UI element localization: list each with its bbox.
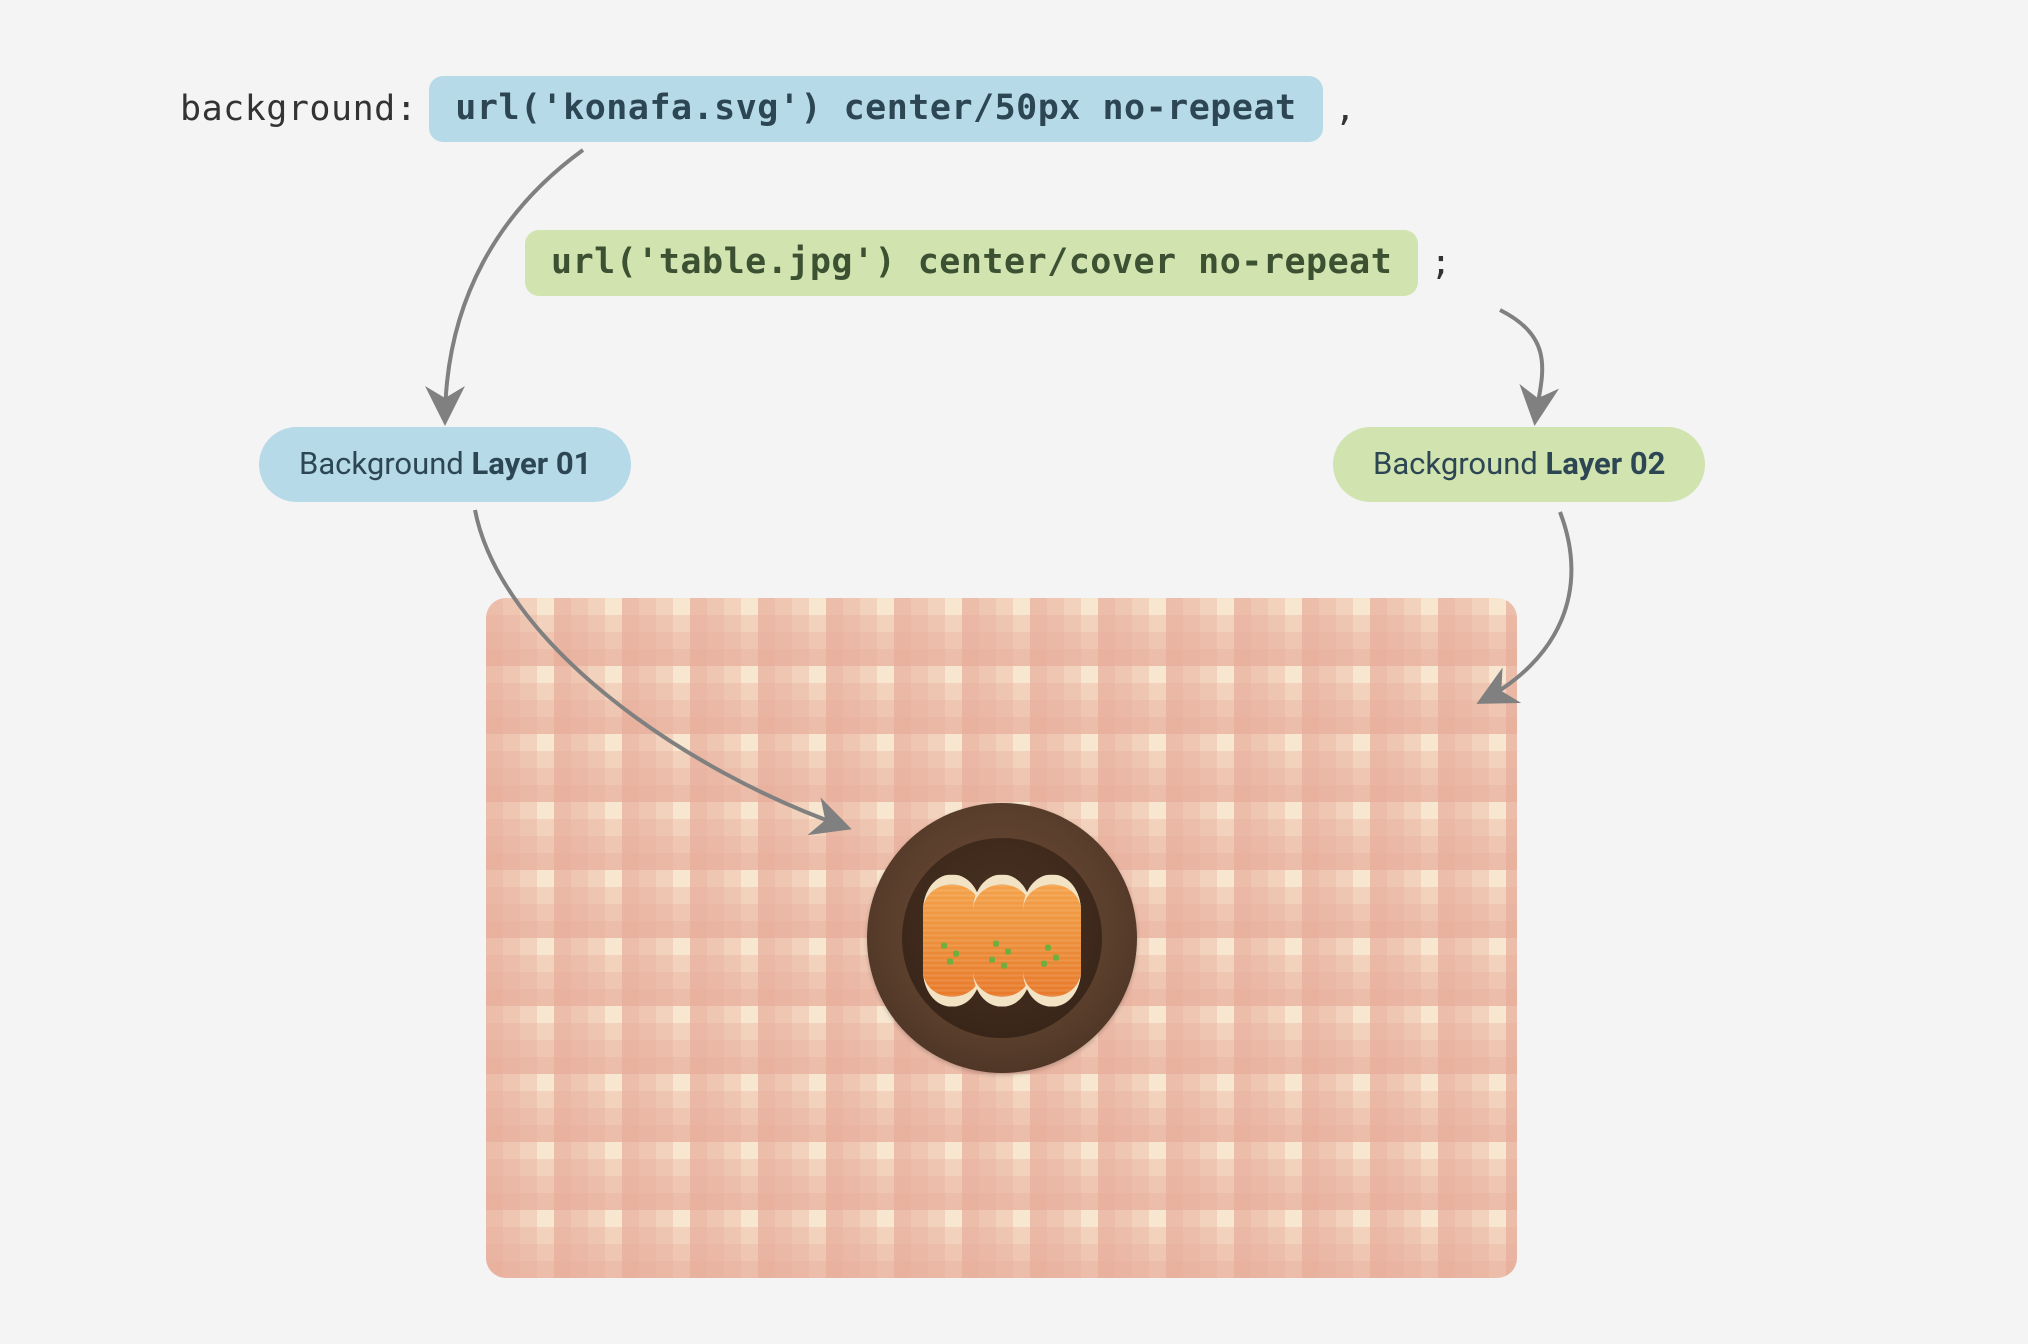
code-trailing-semicolon: ; — [1430, 243, 1451, 283]
code-value-layer-1: url('konafa.svg') center/50px no-repeat — [429, 76, 1322, 142]
css-property-name: background: — [180, 89, 417, 129]
code-value-layer-2: url('table.jpg') center/cover no-repeat — [525, 230, 1418, 296]
label-layer-1-bold: Layer 01 — [471, 445, 591, 482]
label-layer-1-prefix: Background — [299, 445, 471, 482]
code-trailing-comma: , — [1335, 89, 1356, 129]
konafa-icon — [867, 803, 1137, 1073]
code-line-1: background: url('konafa.svg') center/50p… — [180, 76, 1356, 142]
diagram-stage: background: url('konafa.svg') center/50p… — [0, 0, 2028, 1344]
preview-tablecloth — [486, 598, 1517, 1278]
arrow-icon — [1500, 310, 1542, 422]
code-line-2: url('table.jpg') center/cover no-repeat … — [525, 230, 1451, 296]
label-layer-2: Background Layer 02 — [1333, 427, 1705, 502]
label-layer-2-prefix: Background — [1373, 445, 1545, 482]
label-layer-2-bold: Layer 02 — [1545, 445, 1665, 482]
label-layer-1: Background Layer 01 — [259, 427, 631, 502]
